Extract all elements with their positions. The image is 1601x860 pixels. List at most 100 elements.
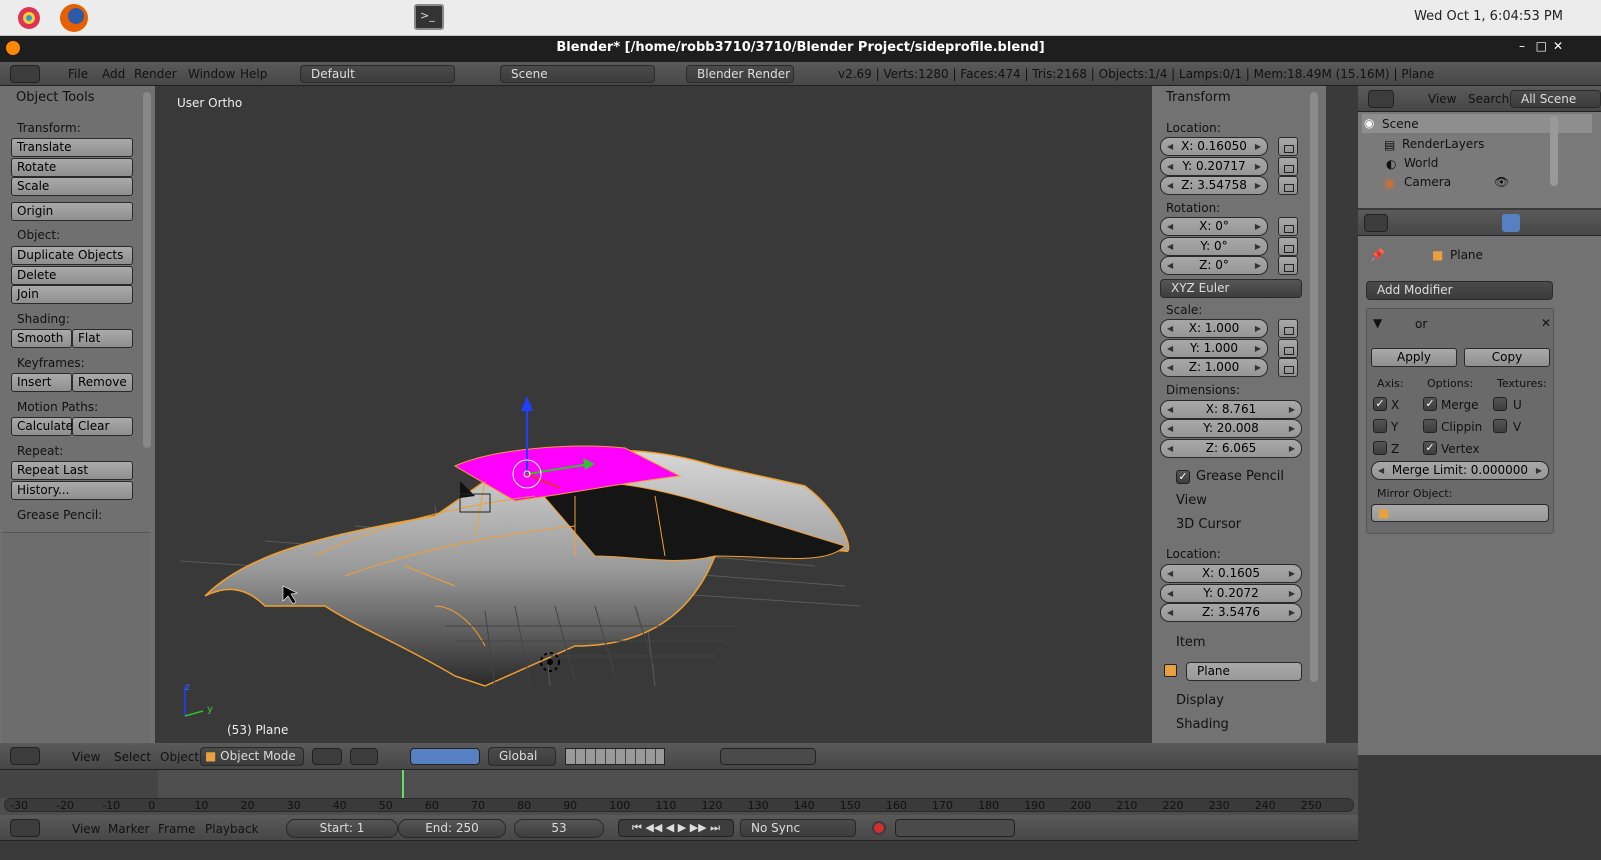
timeline-editor-icon[interactable] [10,819,40,837]
outliner-renderlayers-label[interactable]: RenderLayers [1402,137,1484,151]
outliner-editor-icon[interactable] [1368,90,1394,108]
lock-icon[interactable] [1278,217,1298,236]
properties-scrollbar[interactable] [1310,92,1318,682]
scene-select[interactable]: Scene [500,65,655,83]
view-panel-title[interactable]: View [1176,493,1207,508]
maximize-button[interactable]: □ [1536,39,1547,53]
remove-keyframe-button[interactable]: Remove [72,373,133,392]
origin-button[interactable]: Origin [11,202,133,221]
object-menu[interactable]: Object [160,750,199,764]
lock-icon[interactable] [1278,176,1298,195]
join-button[interactable]: Join [11,285,133,304]
close-icon[interactable]: ✕ [1541,316,1551,330]
modifier-name-stub[interactable]: or [1415,317,1427,331]
lock-icon[interactable] [1278,137,1298,156]
mode-select[interactable]: ■ Object Mode [200,747,304,766]
timeline-view-menu[interactable]: View [72,822,100,836]
menu-add[interactable]: Add [102,67,125,81]
scale-y-field[interactable]: ◀ Y: 1.000 ▶ [1160,339,1268,358]
merge-checkbox[interactable]: ✓ [1423,397,1437,411]
transform-panel-title[interactable]: Transform [1166,90,1231,105]
minimize-button[interactable]: – [1519,39,1525,53]
lock-icon[interactable] [1278,256,1298,275]
view-menu[interactable]: View [72,750,100,764]
outliner-search-menu[interactable]: Search [1468,92,1509,106]
copy-button[interactable]: Copy [1464,348,1550,367]
dimension-x-field[interactable]: ◀ X: 8.761 ▶ [1160,400,1302,419]
visibility-eye-icon[interactable]: 👁 [1494,175,1509,189]
sync-select[interactable]: No Sync [740,819,856,837]
item-panel-title[interactable]: Item [1176,635,1206,650]
rotation-x-field[interactable]: ◀ X: 0° ▶ [1160,217,1268,236]
lock-icon[interactable] [1278,157,1298,176]
location-z-field[interactable]: ◀ Z: 3.54758 ▶ [1160,176,1268,195]
axis-z-checkbox[interactable] [1373,441,1387,455]
layers-grid-icon[interactable] [565,748,665,765]
clipping-checkbox[interactable] [1423,419,1437,433]
shading-panel-title[interactable]: Shading [1176,717,1229,732]
clear-button[interactable]: Clear [72,417,133,436]
vertex-groups-checkbox[interactable]: ✓ [1423,441,1437,455]
snap-icon[interactable] [720,748,816,765]
display-panel-title[interactable]: Display [1176,693,1224,708]
item-name-field[interactable]: Plane [1186,662,1302,681]
smooth-button[interactable]: Smooth [11,329,72,348]
playback-controls-icon[interactable]: ⏮ ◀◀ ◀ ▶ ▶▶ ⏭ [618,819,734,837]
rotation-z-field[interactable]: ◀ Z: 0° ▶ [1160,256,1268,275]
firefox-icon[interactable] [58,2,90,34]
render-engine-select[interactable]: Blender Render [686,65,794,83]
dimension-z-field[interactable]: ◀ Z: 6.065 ▶ [1160,439,1302,458]
keying-set-field[interactable] [895,819,1015,837]
3d-cursor-panel-title[interactable]: 3D Cursor [1176,517,1241,532]
dimension-y-field[interactable]: ◀ Y: 20.008 ▶ [1160,419,1302,438]
grease-pencil-checkbox[interactable]: ✓ [1176,470,1190,484]
3d-viewport[interactable]: User Ortho z y (53) Plane [155,86,1152,743]
menu-help[interactable]: Help [240,67,267,81]
history-button[interactable]: History... [11,481,133,500]
car-mesh[interactable] [155,86,1152,743]
cursor-x-field[interactable]: ◀ X: 0.1605 ▶ [1160,564,1302,583]
repeat-last-button[interactable]: Repeat Last [11,461,133,480]
modifier-tab-wrench-icon[interactable] [1502,214,1520,232]
current-frame-field[interactable]: 53 [514,819,604,838]
texture-u-checkbox[interactable] [1493,397,1507,411]
end-frame-field[interactable]: End: 250 [398,819,506,838]
menu-render[interactable]: Render [134,67,177,81]
axis-y-checkbox[interactable] [1373,419,1387,433]
outliner-world-label[interactable]: World [1404,156,1438,170]
outliner-view-menu[interactable]: View [1428,92,1456,106]
calculate-button[interactable]: Calculate [11,417,73,436]
close-button[interactable]: ✕ [1553,39,1563,53]
menu-window[interactable]: Window [188,67,235,81]
texture-v-checkbox[interactable] [1493,419,1507,433]
flat-button[interactable]: Flat [72,329,133,348]
lock-icon[interactable] [1278,237,1298,256]
outliner-camera-label[interactable]: Camera [1404,175,1451,189]
cursor-y-field[interactable]: ◀ Y: 0.2072 ▶ [1160,584,1302,603]
orientation-select[interactable]: Global [488,747,556,766]
marker-menu[interactable]: Marker [108,822,149,836]
location-x-field[interactable]: ◀ X: 0.16050 ▶ [1160,137,1268,156]
lock-icon[interactable] [1278,339,1298,358]
outliner-filter-select[interactable]: All Scene [1510,90,1601,108]
collapse-icon[interactable]: ▼ [1373,316,1382,330]
lock-icon[interactable] [1278,358,1298,377]
delete-button[interactable]: Delete [11,266,133,285]
terminal-icon[interactable]: >_ [414,4,444,30]
insert-keyframe-button[interactable]: Insert [11,373,72,392]
viewport-shading-icon[interactable] [312,748,342,765]
apply-button[interactable]: Apply [1371,348,1457,367]
lock-icon[interactable] [1278,319,1298,338]
rotation-y-field[interactable]: ◀ Y: 0° ▶ [1160,237,1268,256]
tool-shelf-scrollbar[interactable] [143,92,151,448]
pivot-icon[interactable] [350,748,378,765]
rotation-mode-select[interactable]: XYZ Euler [1160,279,1302,298]
current-frame-line[interactable] [402,770,404,798]
tools-panel-title[interactable]: Object Tools [16,90,95,105]
grease-pencil-panel-title[interactable]: Grease Pencil [1196,469,1284,484]
scale-z-field[interactable]: ◀ Z: 1.000 ▶ [1160,358,1268,377]
rotate-button[interactable]: Rotate [11,158,133,177]
merge-limit-field[interactable]: ◀ Merge Limit: 0.000000 ▶ [1371,461,1549,480]
add-modifier-select[interactable]: Add Modifier [1366,281,1553,300]
scale-x-field[interactable]: ◀ X: 1.000 ▶ [1160,319,1268,338]
